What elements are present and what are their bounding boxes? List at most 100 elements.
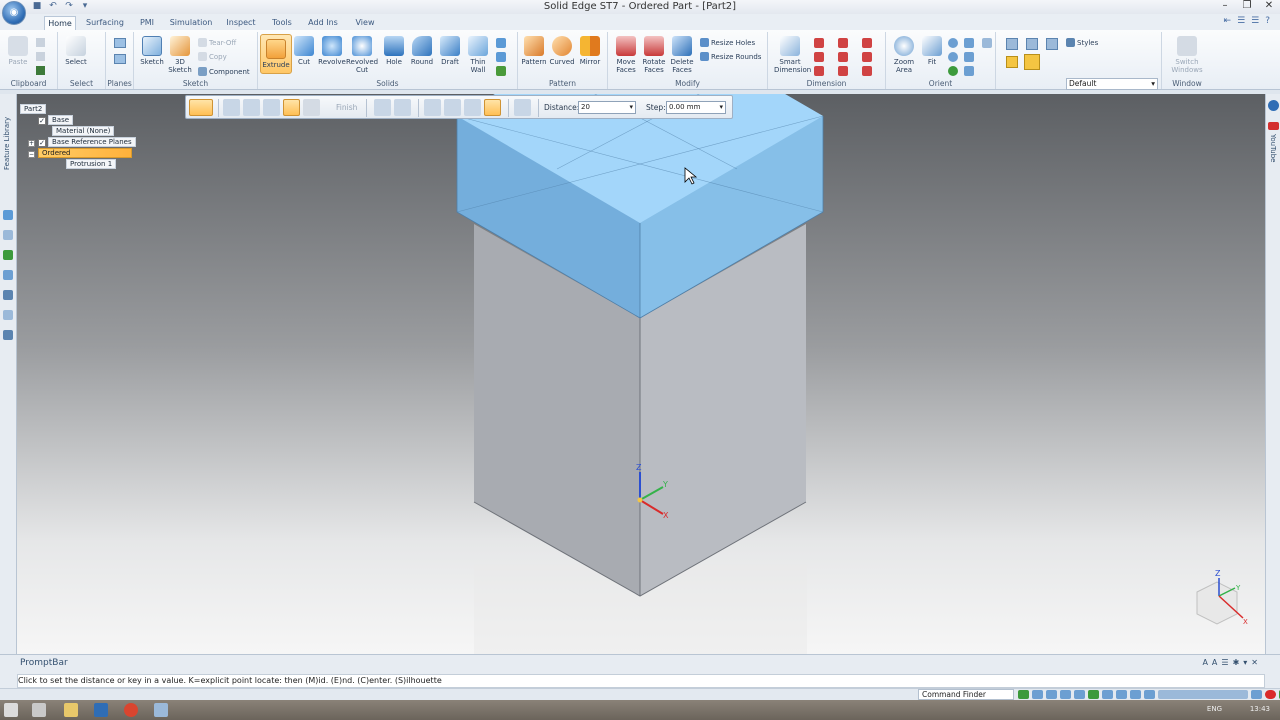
cut-icon[interactable] xyxy=(36,38,45,47)
dimension-icon[interactable] xyxy=(862,38,872,48)
finish-button[interactable]: Finish xyxy=(336,103,357,112)
fit-button[interactable]: Fit xyxy=(916,36,948,66)
chevron-down-icon[interactable]: ▾ xyxy=(1243,658,1247,667)
start-icon[interactable] xyxy=(4,703,18,717)
view-cube-icon[interactable] xyxy=(1026,38,1038,50)
switch-windows-button[interactable]: Switch Windows xyxy=(1171,36,1203,74)
settings-icon[interactable] xyxy=(3,330,13,340)
zoom-icon[interactable] xyxy=(1046,690,1057,699)
youtube-icon[interactable] xyxy=(1268,122,1279,130)
tree-item-base[interactable]: ✓ Base xyxy=(38,115,74,125)
view-cube-icon[interactable] xyxy=(1006,38,1018,50)
list-icon[interactable]: ☰ xyxy=(1237,16,1245,26)
sensors-icon[interactable] xyxy=(3,250,13,260)
close-icon[interactable]: ✕ xyxy=(1251,658,1258,667)
minimize-button[interactable]: – xyxy=(1218,0,1232,11)
resize-holes-button[interactable]: Resize Holes xyxy=(700,38,755,47)
plane-step-icon[interactable] xyxy=(223,99,240,116)
style-select[interactable]: Default ▾ xyxy=(1066,78,1158,90)
expand-icon[interactable]: + xyxy=(28,140,35,147)
arrow-icon[interactable]: ⇤ xyxy=(1224,16,1232,26)
dimension-icon[interactable] xyxy=(862,66,872,76)
dimension-icon[interactable] xyxy=(814,66,824,76)
undo-icon[interactable]: ↶ xyxy=(48,1,58,11)
dimension-icon[interactable] xyxy=(862,52,872,62)
shaded-edges-icon[interactable] xyxy=(1024,54,1040,70)
help-icon[interactable]: ? xyxy=(1265,16,1270,26)
tear-off-button[interactable]: Tear-Off xyxy=(198,38,236,47)
view-icon[interactable] xyxy=(964,38,974,48)
redo-icon[interactable]: ↷ xyxy=(64,1,74,11)
checkbox-icon[interactable]: ✓ xyxy=(38,139,46,147)
model-canvas[interactable]: Z Y X Z Y X xyxy=(17,94,1265,654)
font-size-icon[interactable]: A xyxy=(1212,658,1217,667)
font-size-icon[interactable]: A xyxy=(1202,658,1207,667)
pan-icon[interactable] xyxy=(948,52,958,62)
pathfinder-icon[interactable] xyxy=(3,210,13,220)
styles-button[interactable]: Styles xyxy=(1066,38,1098,47)
tab-add-ins[interactable]: Add Ins xyxy=(304,16,342,30)
feature-icon[interactable] xyxy=(496,66,506,76)
youtube-tab[interactable]: YouTube xyxy=(1269,134,1277,162)
tree-item-protrusion[interactable]: Protrusion 1 xyxy=(66,159,117,169)
rotate-icon[interactable] xyxy=(948,66,958,76)
pan-icon[interactable] xyxy=(1074,690,1085,699)
feature-icon[interactable] xyxy=(496,38,506,48)
tab-simulation[interactable]: Simulation xyxy=(168,16,214,30)
refresh-icon[interactable] xyxy=(1018,690,1029,699)
view-cube-icon[interactable] xyxy=(982,38,992,48)
browser-icon[interactable] xyxy=(124,703,138,717)
shaded-icon[interactable] xyxy=(1006,56,1018,68)
delete-faces-button[interactable]: Delete Faces xyxy=(666,36,698,74)
dimension-icon[interactable] xyxy=(838,38,848,48)
settings-icon[interactable]: ✱ xyxy=(1233,658,1240,667)
revolve-button[interactable]: Revolve xyxy=(316,36,348,66)
view-icon[interactable] xyxy=(964,66,974,76)
tab-surfacing[interactable]: Surfacing xyxy=(84,16,126,30)
help-icon[interactable] xyxy=(1268,100,1279,111)
extent-type-icon[interactable] xyxy=(464,99,481,116)
application-button[interactable]: ◉ xyxy=(2,1,26,25)
view-triad[interactable]: Z Y X xyxy=(1196,569,1248,626)
layers-icon[interactable] xyxy=(3,230,13,240)
component-button[interactable]: Component xyxy=(198,67,250,76)
maximize-button[interactable]: ❐ xyxy=(1240,0,1254,11)
chevron-down-icon[interactable]: ▾ xyxy=(80,1,90,11)
family-icon[interactable] xyxy=(3,270,13,280)
plane-icon[interactable] xyxy=(114,38,126,48)
view-icon[interactable] xyxy=(1116,690,1127,699)
extent-option-icon[interactable] xyxy=(374,99,391,116)
view-cube-icon[interactable] xyxy=(1046,38,1058,50)
copy-sketch-button[interactable]: Copy xyxy=(198,52,227,61)
paste-button[interactable]: Paste xyxy=(2,36,34,66)
tree-item-ordered[interactable]: − Ordered xyxy=(28,148,132,158)
dimension-icon[interactable] xyxy=(814,38,824,48)
command-finder[interactable]: Command Finder xyxy=(918,689,1014,700)
treatment-step-icon[interactable] xyxy=(303,99,320,116)
distance-input[interactable]: 20 ▾ xyxy=(578,101,636,114)
revolved-cut-button[interactable]: Revolved Cut xyxy=(346,36,378,74)
fit-icon[interactable] xyxy=(1060,690,1071,699)
tab-tools[interactable]: Tools xyxy=(268,16,296,30)
dimension-icon[interactable] xyxy=(838,52,848,62)
taskbar-app-icon[interactable] xyxy=(32,703,46,717)
view-icon[interactable] xyxy=(1102,690,1113,699)
tree-item-reference-planes[interactable]: + ✓ Base Reference Planes xyxy=(28,137,136,147)
plane-icon[interactable] xyxy=(114,54,126,64)
zoom-slider[interactable] xyxy=(1158,690,1248,699)
zoom-icon[interactable] xyxy=(948,38,958,48)
extent-step-icon[interactable] xyxy=(283,99,300,116)
tab-view[interactable]: View xyxy=(350,16,380,30)
side-step-icon[interactable] xyxy=(263,99,280,116)
tree-item-material[interactable]: Material (None) xyxy=(52,126,115,136)
save-icon[interactable]: ■ xyxy=(32,1,42,11)
view-icon[interactable] xyxy=(1144,690,1155,699)
dimension-icon[interactable] xyxy=(814,52,824,62)
rotate-icon[interactable] xyxy=(1088,690,1099,699)
close-button[interactable]: ✕ xyxy=(1262,0,1276,11)
dimension-icon[interactable] xyxy=(838,66,848,76)
view-icon[interactable] xyxy=(964,52,974,62)
language-indicator[interactable]: ENG xyxy=(1207,705,1222,713)
symmetric-icon[interactable] xyxy=(514,99,531,116)
extent-type-icon[interactable] xyxy=(444,99,461,116)
